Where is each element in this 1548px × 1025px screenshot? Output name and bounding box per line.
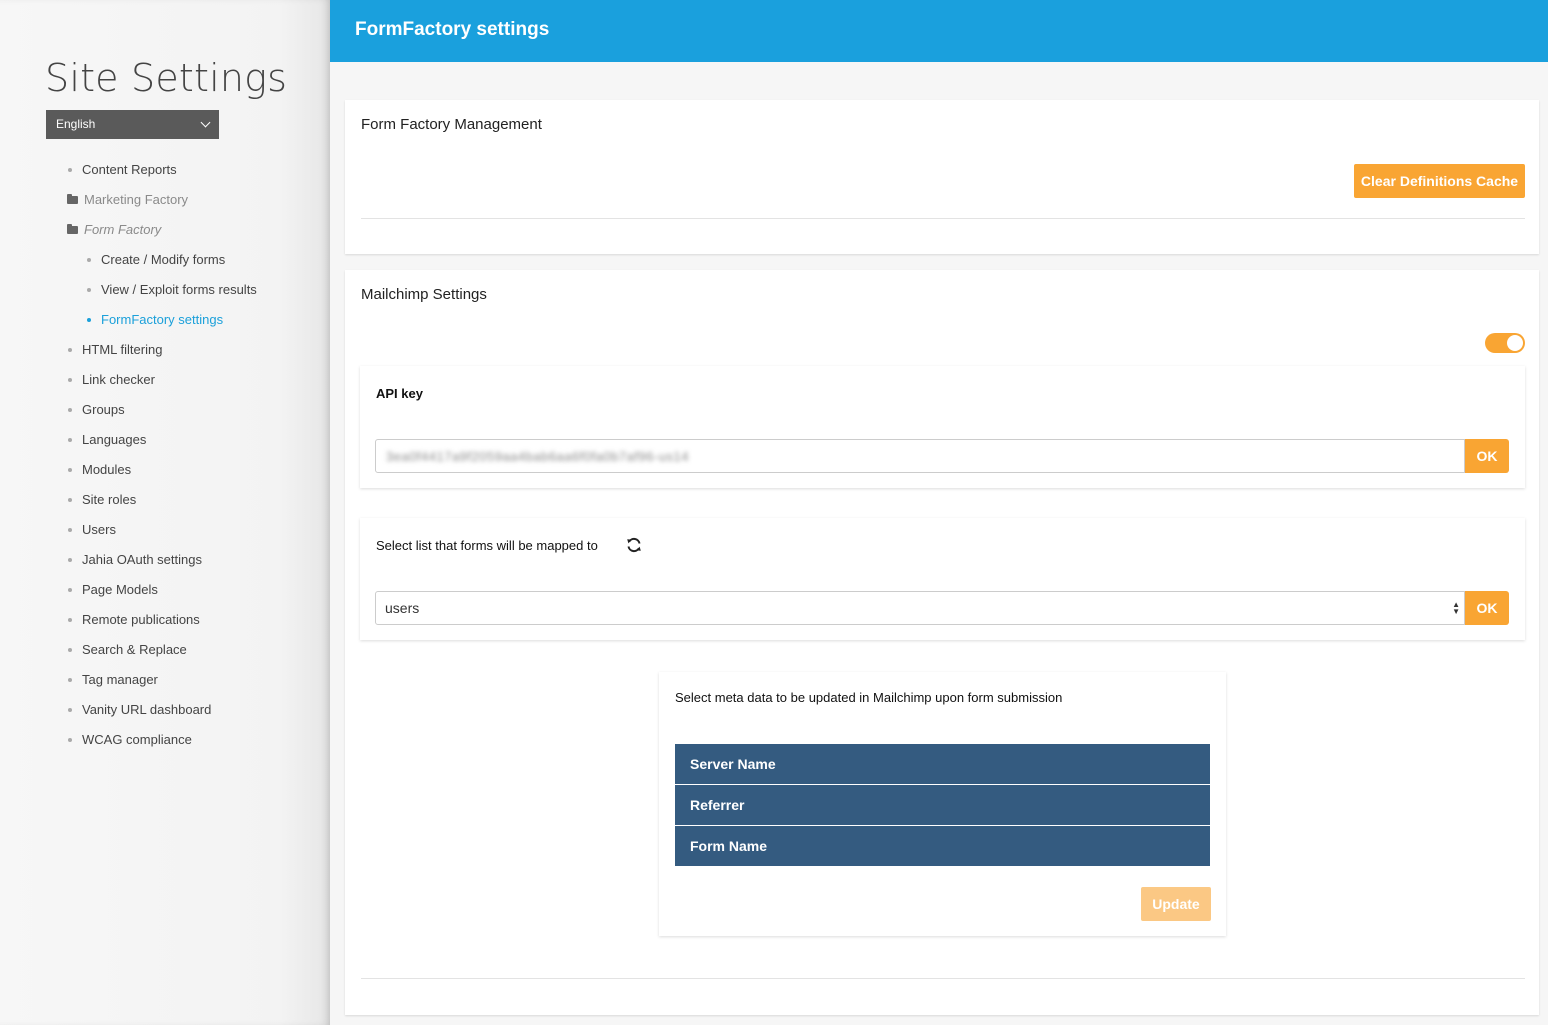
- sidebar-item-label: Groups: [82, 402, 125, 417]
- bullet-icon: [68, 677, 72, 682]
- page-header: FormFactory settings: [330, 0, 1548, 62]
- sidebar-item-content-reports[interactable]: Content Reports: [68, 162, 177, 177]
- sidebar-item-label: Form Factory: [84, 222, 162, 237]
- bullet-icon: [68, 437, 72, 442]
- bullet-icon: [87, 317, 91, 322]
- meta-row-referrer[interactable]: Referrer: [675, 785, 1210, 825]
- sidebar-item-label: HTML filtering: [82, 342, 163, 357]
- bullet-icon: [68, 737, 72, 742]
- sidebar-item-label: Tag manager: [82, 672, 158, 687]
- sidebar-item-marketing-factory[interactable]: Marketing Factory: [67, 192, 188, 207]
- mailchimp-title: Mailchimp Settings: [361, 286, 487, 303]
- sidebar-item-modules[interactable]: Modules: [68, 462, 131, 477]
- sidebar-item-search-replace[interactable]: Search & Replace: [68, 642, 187, 657]
- sidebar-item-label: Vanity URL dashboard: [82, 702, 212, 717]
- sidebar-item-form-factory[interactable]: Form Factory: [67, 222, 161, 237]
- sidebar-item-page-models[interactable]: Page Models: [68, 582, 158, 597]
- mailchimp-list-select[interactable]: users ▲ ▼: [375, 591, 1465, 625]
- sidebar-item-jahia-oauth-settings[interactable]: Jahia OAuth settings: [68, 552, 202, 567]
- list-select-label: Select list that forms will be mapped to: [376, 538, 598, 553]
- sidebar-item-label: Content Reports: [82, 162, 177, 177]
- sidebar-item-languages[interactable]: Languages: [68, 432, 146, 447]
- folder-icon: [67, 224, 78, 234]
- sidebar-item-label: View / Exploit forms results: [101, 282, 257, 297]
- sidebar-item-tag-manager[interactable]: Tag manager: [68, 672, 158, 687]
- bullet-icon: [87, 287, 91, 292]
- management-title: Form Factory Management: [361, 116, 542, 133]
- sidebar-item-remote-publications[interactable]: Remote publications: [68, 612, 200, 627]
- bullet-icon: [68, 707, 72, 712]
- sidebar-item-label: Users: [82, 522, 116, 537]
- sidebar-item-link-checker[interactable]: Link checker: [68, 372, 155, 387]
- bullet-icon: [68, 617, 72, 622]
- update-button[interactable]: Update: [1141, 887, 1211, 921]
- sidebar-item-label: Page Models: [82, 582, 158, 597]
- sidebar-item-label: Jahia OAuth settings: [82, 552, 202, 567]
- bullet-icon: [87, 257, 91, 262]
- sidebar-item-groups[interactable]: Groups: [68, 402, 125, 417]
- sidebar-item-label: Marketing Factory: [84, 192, 189, 207]
- select-arrows-icon: ▲ ▼: [1452, 600, 1460, 616]
- divider: [361, 978, 1525, 979]
- bullet-icon: [68, 377, 72, 382]
- meta-row-form-name[interactable]: Form Name: [675, 826, 1210, 866]
- bullet-icon: [68, 587, 72, 592]
- mailchimp-list-select-value: users: [385, 600, 420, 616]
- api-key-value: 3ea0f4417a9f2059aa4bab6aa6f0fa0b7af96-us…: [386, 449, 689, 464]
- sidebar-item-label: WCAG compliance: [82, 732, 192, 747]
- chevron-down-icon: [200, 117, 211, 128]
- sidebar-item-label: Site roles: [82, 492, 137, 507]
- bullet-icon: [68, 527, 72, 532]
- language-select-value: English: [56, 117, 96, 131]
- bullet-icon: [68, 557, 72, 562]
- sidebar-item-label: Search & Replace: [82, 642, 187, 657]
- sidebar-item-users[interactable]: Users: [68, 522, 116, 537]
- bullet-icon: [68, 497, 72, 502]
- refresh-icon[interactable]: [626, 537, 642, 553]
- sidebar-item-wcag-compliance[interactable]: WCAG compliance: [68, 732, 192, 747]
- sidebar-item-vanity-url-dashboard[interactable]: Vanity URL dashboard: [68, 702, 211, 717]
- divider: [361, 218, 1525, 219]
- clear-definitions-cache-button[interactable]: Clear Definitions Cache: [1354, 164, 1525, 198]
- meta-data-label: Select meta data to be updated in Mailch…: [675, 690, 1063, 705]
- sidebar-item-view-exploit-forms-results[interactable]: View / Exploit forms results: [87, 282, 257, 297]
- page-title: FormFactory settings: [355, 19, 550, 40]
- mailchimp-toggle[interactable]: [1485, 333, 1525, 353]
- sidebar-item-label: Remote publications: [82, 612, 200, 627]
- sidebar-item-label: FormFactory settings: [101, 312, 224, 327]
- toggle-knob: [1507, 335, 1523, 351]
- bullet-icon: [68, 647, 72, 652]
- meta-row-server-name[interactable]: Server Name: [675, 744, 1210, 784]
- sidebar-item-html-filtering[interactable]: HTML filtering: [68, 342, 162, 357]
- api-key-label: API key: [376, 386, 423, 401]
- site-settings-title: Site Settings: [45, 56, 288, 100]
- bullet-icon: [68, 167, 72, 172]
- bullet-icon: [68, 467, 72, 472]
- sidebar-item-label: Link checker: [82, 372, 155, 387]
- language-select[interactable]: English: [46, 110, 219, 139]
- sidebar-item-site-roles[interactable]: Site roles: [68, 492, 136, 507]
- sidebar-item-formfactory-settings[interactable]: FormFactory settings: [87, 312, 223, 327]
- sidebar-item-label: Languages: [82, 432, 147, 447]
- sidebar-item-label: Modules: [82, 462, 132, 477]
- bullet-icon: [68, 407, 72, 412]
- sidebar-item-create-modify-forms[interactable]: Create / Modify forms: [87, 252, 225, 267]
- api-key-input[interactable]: 3ea0f4417a9f2059aa4bab6aa6f0fa0b7af96-us…: [375, 439, 1465, 473]
- sidebar: Site Settings English Content Reports Ma…: [0, 0, 330, 1025]
- bullet-icon: [68, 347, 72, 352]
- list-select-ok-button[interactable]: OK: [1465, 591, 1509, 625]
- api-key-ok-button[interactable]: OK: [1465, 439, 1509, 473]
- sidebar-item-label: Create / Modify forms: [101, 252, 226, 267]
- folder-icon: [67, 194, 78, 204]
